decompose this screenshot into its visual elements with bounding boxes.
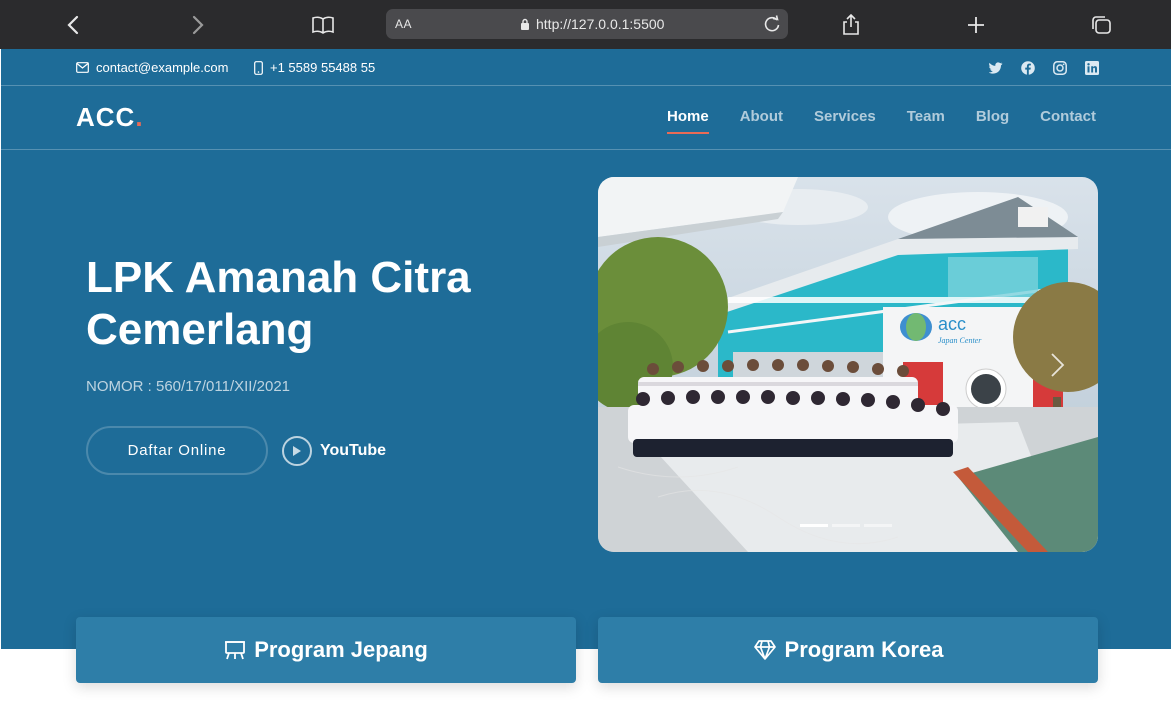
group-photo: acc Japan Center [598,177,1098,552]
linkedin-icon[interactable] [1084,60,1099,75]
easel-icon [225,641,246,660]
daftar-online-button[interactable]: Daftar Online [86,426,268,475]
sign-text: acc [938,314,966,334]
main-nav: Home About Services Team Blog Contact [667,108,1096,134]
reload-icon[interactable] [762,14,782,34]
phone-text: +1 5589 55488 55 [270,60,376,75]
site-logo[interactable]: ACC. [76,102,144,133]
facebook-icon[interactable] [1020,60,1035,75]
topbar: contact@example.com +1 5589 55488 55 [1,49,1171,86]
address-bar[interactable]: AA http://127.0.0.1:5500 [386,9,788,39]
webpage: contact@example.com +1 5589 55488 55 ACC… [1,49,1171,708]
logo-dot: . [135,102,144,132]
nav-services[interactable]: Services [814,108,876,125]
contact-email[interactable]: contact@example.com [76,60,228,75]
new-tab-icon[interactable] [963,12,989,38]
hero-subtitle: NOMOR : 560/17/011/XII/2021 [86,378,291,395]
bookmarks-icon[interactable] [310,12,336,38]
email-text: contact@example.com [96,60,229,75]
sign-subtext: Japan Center [938,336,982,345]
nav-team[interactable]: Team [907,108,945,125]
play-icon [282,436,312,466]
logo-text: ACC [76,102,136,132]
gem-icon [753,640,776,660]
site-header: ACC. Home About Services Team Blog Conta… [1,86,1171,150]
instagram-icon[interactable] [1052,60,1067,75]
program-jepang-label: Program Jepang [254,637,428,662]
browser-toolbar: AA http://127.0.0.1:5500 [0,0,1171,49]
back-icon[interactable] [60,12,86,38]
tabs-overview-icon[interactable] [1088,12,1114,38]
carousel-indicator[interactable] [864,524,892,527]
program-jepang-card[interactable]: Program Jepang [76,617,576,683]
twitter-icon[interactable] [988,60,1003,75]
nav-home[interactable]: Home [667,108,709,134]
hero-carousel[interactable]: acc Japan Center [598,177,1098,552]
carousel-indicators [800,524,892,527]
youtube-label: YouTube [320,442,387,459]
program-korea-label: Program Korea [784,637,944,662]
url-text: http://127.0.0.1:5500 [536,16,665,32]
nav-blog[interactable]: Blog [976,108,1009,125]
social-links [988,60,1099,75]
phone-icon [254,60,263,75]
program-korea-card[interactable]: Program Korea [598,617,1098,683]
lock-icon [521,18,529,30]
carousel-indicator[interactable] [832,524,860,527]
nav-about[interactable]: About [740,108,783,125]
carousel-indicator[interactable] [800,524,828,527]
envelope-icon [76,62,89,73]
youtube-link[interactable]: YouTube [282,436,386,466]
nav-contact[interactable]: Contact [1040,108,1096,125]
contact-phone[interactable]: +1 5589 55488 55 [254,60,375,75]
share-icon[interactable] [838,12,864,38]
text-size-button[interactable]: AA [395,17,412,31]
carousel-next-icon[interactable] [1048,352,1068,378]
hero-title: LPK Amanah Citra Cemerlang [86,253,471,354]
forward-icon[interactable] [185,12,211,38]
hero-section: contact@example.com +1 5589 55488 55 ACC… [1,49,1171,649]
